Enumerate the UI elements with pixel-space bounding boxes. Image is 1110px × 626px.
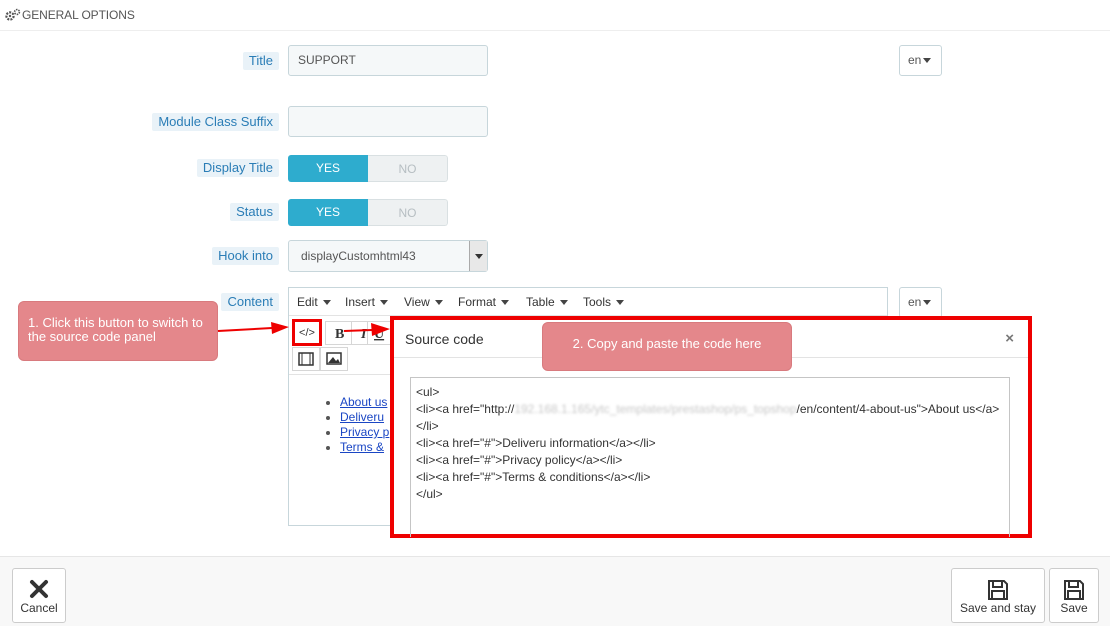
title-language-value: en bbox=[908, 53, 922, 67]
save-label: Save bbox=[1060, 601, 1088, 615]
save-and-stay-button[interactable]: Save and stay bbox=[951, 568, 1045, 623]
editor-menubar: Edit Insert View Format Table Tools bbox=[289, 288, 887, 316]
code-icon: </> bbox=[299, 327, 315, 339]
list-item: Privacy p bbox=[340, 425, 389, 440]
form-footer: Cancel Save and stay Save bbox=[0, 556, 1110, 626]
select-arrow-icon bbox=[469, 241, 487, 271]
menu-tools[interactable]: Tools bbox=[583, 295, 625, 309]
hook-select[interactable]: displayCustomhtml43 bbox=[288, 240, 488, 272]
source-code-button[interactable]: </> bbox=[292, 319, 322, 346]
class-suffix-label: Module Class Suffix bbox=[152, 113, 279, 131]
svg-text:I: I bbox=[360, 327, 367, 342]
content-language-value: en bbox=[908, 295, 922, 309]
insert-video-button[interactable] bbox=[292, 347, 320, 371]
class-suffix-input[interactable] bbox=[288, 106, 488, 137]
preview-link[interactable]: Deliveru bbox=[340, 410, 384, 424]
title-language-dropdown[interactable]: en bbox=[899, 45, 942, 76]
status-toggle: YES NO bbox=[288, 199, 448, 226]
bold-button[interactable]: B bbox=[325, 321, 353, 345]
save-button[interactable]: Save bbox=[1049, 568, 1099, 623]
save-and-stay-label: Save and stay bbox=[959, 601, 1037, 615]
display-title-toggle: YES NO bbox=[288, 155, 448, 182]
annotation-step-1: 1. Click this button to switch to the so… bbox=[18, 301, 218, 361]
preview-link[interactable]: Privacy p bbox=[340, 425, 389, 439]
status-label: Status bbox=[230, 203, 279, 221]
underline-button[interactable]: U bbox=[367, 321, 391, 345]
cancel-label: Cancel bbox=[20, 601, 58, 615]
hook-label: Hook into bbox=[212, 247, 279, 265]
preview-link-list: About us Deliveru Privacy p Terms & bbox=[329, 395, 389, 455]
blurred-host: 192.168.1.165/ytc_templates/prestashop/p… bbox=[514, 402, 797, 416]
content-label: Content bbox=[221, 293, 279, 311]
menu-edit[interactable]: Edit bbox=[297, 295, 332, 309]
caret-down-icon bbox=[923, 58, 932, 64]
gears-icon bbox=[5, 8, 21, 21]
panel-title: GENERAL OPTIONS bbox=[22, 8, 135, 22]
close-icon bbox=[30, 580, 48, 598]
status-yes-button[interactable]: YES bbox=[288, 199, 368, 226]
status-no-button[interactable]: NO bbox=[368, 199, 448, 226]
save-icon bbox=[1064, 580, 1084, 600]
preview-link[interactable]: Terms & bbox=[340, 440, 384, 454]
cancel-button[interactable]: Cancel bbox=[12, 568, 66, 623]
insert-image-button[interactable] bbox=[320, 347, 348, 371]
preview-link[interactable]: About us bbox=[340, 395, 387, 409]
menu-table[interactable]: Table bbox=[526, 295, 569, 309]
annotation-step-2: 2. Copy and paste the code here bbox=[542, 322, 792, 371]
menu-insert[interactable]: Insert bbox=[345, 295, 389, 309]
list-item: About us bbox=[340, 395, 389, 410]
svg-text:U: U bbox=[374, 327, 384, 342]
caret-down-icon bbox=[923, 300, 932, 306]
close-icon[interactable]: × bbox=[1005, 330, 1014, 347]
list-item: Terms & bbox=[340, 440, 389, 455]
title-input[interactable]: SUPPORT bbox=[288, 45, 488, 76]
display-title-no-button[interactable]: NO bbox=[368, 155, 448, 182]
source-code-textarea[interactable]: <ul> <li><a href="http://192.168.1.165/y… bbox=[410, 377, 1010, 537]
display-title-label: Display Title bbox=[196, 159, 279, 177]
hook-select-value: displayCustomhtml43 bbox=[301, 249, 416, 263]
menu-view[interactable]: View bbox=[404, 295, 444, 309]
title-label: Title bbox=[242, 52, 279, 70]
svg-text:B: B bbox=[335, 327, 344, 342]
display-title-yes-button[interactable]: YES bbox=[288, 155, 368, 182]
content-language-dropdown[interactable]: en bbox=[899, 287, 942, 318]
list-item: Deliveru bbox=[340, 410, 389, 425]
svg-text:</>: </> bbox=[299, 327, 315, 339]
save-icon bbox=[988, 580, 1008, 600]
film-icon bbox=[298, 352, 314, 366]
bold-icon: B bbox=[335, 327, 344, 342]
underline-icon: U bbox=[374, 327, 384, 342]
panel-header: GENERAL OPTIONS bbox=[0, 0, 1110, 31]
menu-format[interactable]: Format bbox=[458, 295, 510, 309]
dialog-title: Source code bbox=[405, 331, 484, 347]
image-icon bbox=[326, 352, 342, 365]
